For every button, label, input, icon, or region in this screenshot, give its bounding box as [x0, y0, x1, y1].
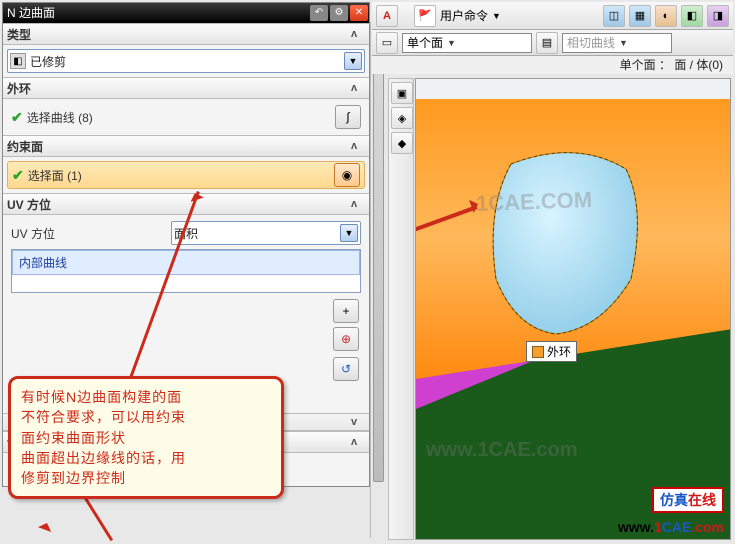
list-item-internal-curve[interactable]: 内部曲线 [12, 250, 360, 275]
chevron-up-icon: ʌ [343, 82, 365, 94]
tip-line: 有时候N边曲面构建的面 [21, 387, 271, 407]
select-curve-label: 选择曲线 (8) [27, 109, 335, 126]
select-icon[interactable]: ▭ [376, 32, 398, 54]
tool-icon[interactable]: ◈ [391, 107, 413, 129]
section-outerloop-body: ✔ 选择曲线 (8) ∫ [3, 99, 369, 135]
curve-filter-dropdown[interactable]: 相切曲线 ▼ [562, 33, 672, 53]
brand-url: www.1CAE.com [618, 519, 724, 535]
face-selector-button[interactable]: ◉ [334, 163, 360, 187]
close-button[interactable]: ✕ [350, 5, 368, 21]
chevron-up-icon: ʌ [343, 436, 365, 448]
uv-field-value: 面积 [174, 225, 340, 242]
tip-line: 曲面超出边缘线的话，用 [21, 448, 271, 468]
tool-icon[interactable]: ◆ [391, 132, 413, 154]
panel-scrollbar[interactable] [370, 22, 386, 538]
type-value: 已修剪 [30, 53, 344, 70]
chevron-up-icon: ʌ [343, 28, 365, 40]
tool-icon[interactable]: ▣ [391, 82, 413, 104]
arrow-head-icon [38, 514, 56, 532]
select-face-label: 选择面 (1) [28, 167, 334, 184]
tip-line: 修剪到边界控制 [21, 468, 271, 488]
check-icon: ✔ [12, 167, 24, 184]
type-dropdown[interactable]: ◧ 已修剪 ▼ [7, 49, 365, 73]
chevron-up-icon: ʌ [343, 198, 365, 210]
reset-button[interactable]: ↺ [333, 357, 359, 381]
main-toolbar: A 🚩 用户命令 ▼ ◫ ▦ ◐ ◧ ◨ [372, 2, 733, 30]
curve-selector-button[interactable]: ∫ [335, 105, 361, 129]
tip-line: 面约束曲面形状 [21, 428, 271, 448]
vertical-toolbar: ▣ ◈ ◆ [388, 78, 414, 540]
dialog-title: N 边曲面 [7, 3, 309, 23]
undo-button[interactable]: ↶ [310, 5, 328, 21]
selection-filter-dropdown[interactable]: 单个面 ▼ [402, 33, 532, 53]
tool-icon[interactable]: ▦ [629, 5, 651, 27]
section-uv-header[interactable]: UV 方位 ʌ [3, 193, 369, 215]
tip-line: 不符合要求，可以用约束 [21, 407, 271, 427]
brand-badge: 仿真在线 [652, 487, 724, 513]
section-outerloop-header[interactable]: 外环 ʌ [3, 77, 369, 99]
filter-icon[interactable]: ▤ [536, 32, 558, 54]
tool-icon[interactable]: ◫ [603, 5, 625, 27]
select-curve-row[interactable]: ✔ 选择曲线 (8) ∫ [7, 103, 365, 131]
annotation-icon[interactable]: A [376, 5, 398, 27]
3d-scene [416, 79, 731, 540]
viewport-label-text: 外环 [547, 343, 571, 360]
curve-filter-value: 相切曲线 [567, 34, 615, 51]
user-command-label[interactable]: 用户命令 [440, 7, 488, 24]
chevron-down-icon: v [343, 416, 365, 428]
viewport-label-outer-loop[interactable]: 外环 [526, 341, 577, 362]
chevron-down-icon: ▼ [492, 11, 501, 21]
chevron-down-icon: ▼ [340, 224, 358, 242]
tool-icon[interactable]: ◐ [655, 5, 677, 27]
section-type-body: ◧ 已修剪 ▼ [3, 45, 369, 77]
scrollbar-thumb[interactable] [373, 62, 384, 482]
tool-icon[interactable]: ◧ [681, 5, 703, 27]
tool-icon[interactable]: ◨ [707, 5, 729, 27]
status-bar: 单个面 ： 面 / 体(0) [372, 56, 733, 74]
uv-dropdown[interactable]: 面积 ▼ [171, 221, 361, 245]
cube-icon [532, 346, 544, 358]
gear-icon[interactable]: ⚙ [330, 5, 348, 21]
dialog-titlebar[interactable]: N 边曲面 ↶ ⚙ ✕ [3, 3, 369, 23]
section-type-label: 类型 [7, 26, 343, 43]
target-button[interactable]: ⊕ [333, 327, 359, 351]
selection-filter-value: 单个面 [407, 34, 443, 51]
tip-callout: 有时候N边曲面构建的面 不符合要求，可以用约束 面约束曲面形状 曲面超出边缘线的… [8, 376, 284, 499]
chevron-down-icon: ▼ [447, 38, 456, 48]
section-type-header[interactable]: 类型 ʌ [3, 23, 369, 45]
chevron-down-icon: ▼ [344, 52, 362, 70]
uv-field-label: UV 方位 [11, 225, 171, 242]
section-constraint-label: 约束面 [7, 138, 343, 155]
add-button[interactable]: + [333, 299, 359, 323]
flag-icon[interactable]: 🚩 [414, 5, 436, 27]
selection-toolbar: ▭ 单个面 ▼ ▤ 相切曲线 ▼ [372, 30, 733, 56]
section-outerloop-label: 外环 [7, 80, 343, 97]
section-uv-label: UV 方位 [7, 196, 343, 213]
check-icon: ✔ [11, 109, 23, 126]
chevron-up-icon: ʌ [343, 140, 365, 152]
trimmed-icon: ◧ [10, 53, 26, 69]
section-constraint-header[interactable]: 约束面 ʌ [3, 135, 369, 157]
3d-viewport[interactable]: 外环 1CAE.COM www.1CAE.com 仿真在线 www.1CAE.c… [415, 78, 731, 540]
uv-listbox[interactable]: 内部曲线 [11, 249, 361, 293]
select-face-row[interactable]: ✔ 选择面 (1) ◉ [7, 161, 365, 189]
chevron-down-icon: ▼ [619, 38, 628, 48]
